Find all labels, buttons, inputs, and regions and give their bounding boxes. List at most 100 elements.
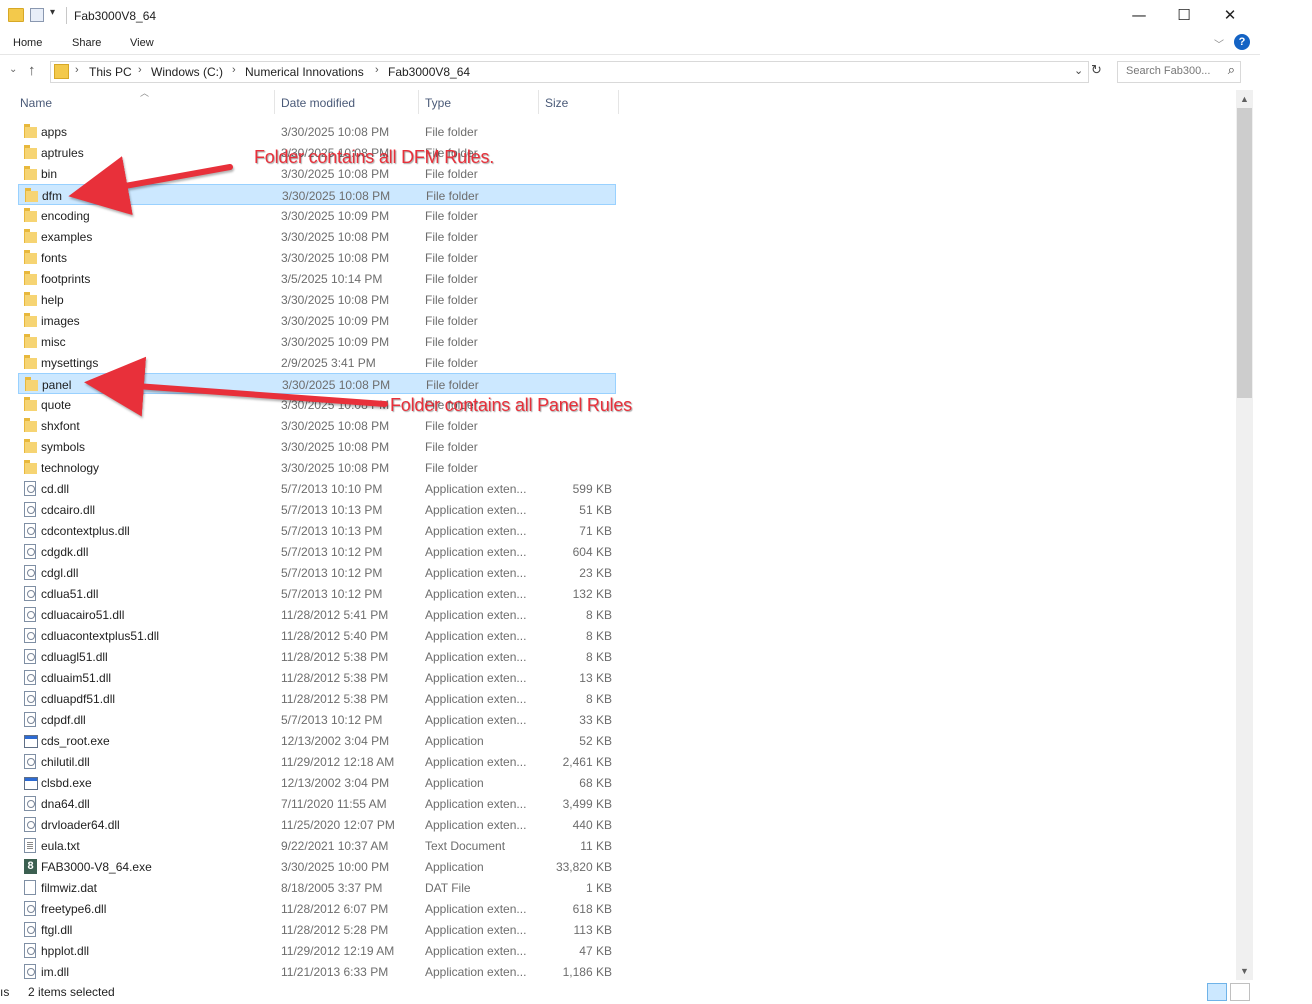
file-size: 8 KB (585, 650, 612, 664)
close-button[interactable]: ✕ (1207, 0, 1253, 30)
recent-locations-chevron-icon[interactable]: ⌄ (9, 64, 17, 75)
breadcrumb-this-pc[interactable]: This PC (89, 65, 132, 79)
file-icon (24, 922, 36, 937)
column-header-name[interactable]: Name (20, 96, 52, 110)
scrollbar-thumb[interactable] (1237, 108, 1252, 398)
file-name: ftgl.dll (41, 923, 73, 937)
file-row-dna64-dll[interactable]: dna64.dll 7/11/2020 11:55 AM Application e… (18, 793, 616, 814)
file-size: 2,461 KB (562, 755, 612, 769)
maximize-button[interactable]: ☐ (1161, 0, 1207, 30)
file-row-cdpdf-dll[interactable]: cdpdf.dll 5/7/2013 10:12 PM Application ex… (18, 709, 616, 730)
file-row-hpplot-dll[interactable]: hpplot.dll 11/29/2012 12:19 AM Application… (18, 940, 616, 961)
details-view-button[interactable] (1207, 983, 1227, 1001)
file-row-freetype6-dll[interactable]: freetype6.dll 11/28/2012 6:07 PM Applicati… (18, 898, 616, 919)
search-input[interactable]: Search Fab300... ⌕ (1117, 61, 1241, 83)
file-row-fab3000-v8-64-exe[interactable]: 8 FAB3000-V8_64.exe 3/30/2025 10:00 PM Appl… (18, 856, 616, 877)
file-row-encoding[interactable]: encoding 3/30/2025 10:09 PM File folder (18, 205, 616, 226)
window-title: Fab3000V8_64 (74, 9, 157, 23)
file-row-eula-txt[interactable]: eula.txt 9/22/2021 10:37 AM Text Document 1… (18, 835, 616, 856)
file-date-modified: 3/30/2025 10:00 PM (281, 860, 390, 874)
folder-icon (25, 188, 38, 202)
file-row-dfm[interactable]: dfm 3/30/2025 10:08 PM File folder (18, 184, 616, 205)
file-name: cdgl.dll (41, 566, 79, 580)
file-row-ftgl-dll[interactable]: ftgl.dll 11/28/2012 5:28 PM Application ex… (18, 919, 616, 940)
file-row-cdluacontextplus51-dll[interactable]: cdluacontextplus51.dll 11/28/2012 5:40 PM… (18, 625, 616, 646)
file-name: mysettings (41, 356, 99, 370)
file-row-cdluapdf51-dll[interactable]: cdluapdf51.dll 11/28/2012 5:38 PM Applicat… (18, 688, 616, 709)
file-row-panel[interactable]: panel 3/30/2025 10:08 PM File folder (18, 373, 616, 394)
file-row-im-dll[interactable]: im.dll 11/21/2013 6:33 PM Application exte… (18, 961, 616, 982)
breadcrumb-windows-c[interactable]: Windows (C:) (151, 65, 223, 79)
file-size: 13 KB (579, 671, 612, 685)
minimize-button[interactable]: — (1116, 0, 1162, 30)
breadcrumb-current-folder[interactable]: Fab3000V8_64 (388, 65, 470, 79)
file-row-clsbd-exe[interactable]: clsbd.exe 12/13/2002 3:04 PM Application 68… (18, 772, 616, 793)
properties-icon[interactable] (30, 8, 44, 22)
file-name: examples (41, 230, 93, 244)
file-row-cd-dll[interactable]: cd.dll 5/7/2013 10:10 PM Application exten… (18, 478, 616, 499)
file-row-apps[interactable]: apps 3/30/2025 10:08 PM File folder (18, 121, 616, 142)
file-row-cdlua51-dll[interactable]: cdlua51.dll 5/7/2013 10:12 PM Application … (18, 583, 616, 604)
file-row-mysettings[interactable]: mysettings 2/9/2025 3:41 PM File folder (18, 352, 616, 373)
column-divider[interactable] (618, 90, 619, 114)
file-row-cdcairo-dll[interactable]: cdcairo.dll 5/7/2013 10:13 PM Application … (18, 499, 616, 520)
file-type: File folder (425, 272, 478, 286)
file-name: cdgdk.dll (41, 545, 89, 559)
search-icon: ⌕ (1227, 63, 1235, 78)
ribbon (0, 32, 1260, 55)
column-header-type[interactable]: Type (425, 96, 451, 110)
large-icons-view-button[interactable] (1230, 983, 1250, 1001)
file-row-cds-root-exe[interactable]: cds_root.exe 12/13/2002 3:04 PM Applicatio… (18, 730, 616, 751)
breadcrumb-numerical-innovations[interactable]: Numerical Innovations (245, 65, 364, 79)
file-type: Application exten... (425, 923, 527, 937)
file-name: cds_root.exe (41, 734, 110, 748)
expand-ribbon-chevron-icon[interactable]: ﹀ (1214, 36, 1224, 51)
file-type: Application exten... (425, 902, 527, 916)
tab-share[interactable]: Share (72, 37, 101, 49)
file-row-technology[interactable]: technology 3/30/2025 10:08 PM File folder (18, 457, 616, 478)
file-row-cdgl-dll[interactable]: cdgl.dll 5/7/2013 10:12 PM Application ext… (18, 562, 616, 583)
help-icon[interactable]: ? (1234, 34, 1250, 50)
column-divider[interactable] (538, 90, 539, 114)
file-row-filmwiz-dat[interactable]: filmwiz.dat 8/18/2005 3:37 PM DAT File 1 KB (18, 877, 616, 898)
file-row-cdgdk-dll[interactable]: cdgdk.dll 5/7/2013 10:12 PM Application ex… (18, 541, 616, 562)
address-dropdown-icon[interactable]: ⌄ (1074, 64, 1083, 77)
column-divider[interactable] (274, 90, 275, 114)
scroll-down-arrow-icon[interactable]: ▼ (1236, 963, 1253, 979)
file-row-images[interactable]: images 3/30/2025 10:09 PM File folder (18, 310, 616, 331)
column-header-size[interactable]: Size (545, 96, 568, 110)
file-icon (24, 712, 36, 727)
file-row-help[interactable]: help 3/30/2025 10:08 PM File folder (18, 289, 616, 310)
folder-icon (24, 355, 37, 369)
file-row-symbols[interactable]: symbols 3/30/2025 10:08 PM File folder (18, 436, 616, 457)
file-size: 8 KB (585, 608, 612, 622)
file-row-fonts[interactable]: fonts 3/30/2025 10:08 PM File folder (18, 247, 616, 268)
file-date-modified: 3/30/2025 10:08 PM (282, 378, 391, 392)
file-row-cdluacairo51-dll[interactable]: cdluacairo51.dll 11/28/2012 5:41 PM Applic… (18, 604, 616, 625)
file-row-cdluaim51-dll[interactable]: cdluaim51.dll 11/28/2012 5:38 PM Applicati… (18, 667, 616, 688)
column-header-date-modified[interactable]: Date modified (281, 96, 355, 110)
file-row-chilutil-dll[interactable]: chilutil.dll 11/29/2012 12:18 AM Applicati… (18, 751, 616, 772)
file-name: cdluacairo51.dll (41, 608, 125, 622)
refresh-icon[interactable]: ↻ (1091, 63, 1102, 78)
file-row-shxfont[interactable]: shxfont 3/30/2025 10:08 PM File folder (18, 415, 616, 436)
tab-view[interactable]: View (130, 37, 154, 49)
file-icon (24, 796, 36, 811)
scroll-up-arrow-icon[interactable]: ▲ (1236, 91, 1253, 107)
up-arrow-icon[interactable]: ↑ (28, 62, 36, 79)
file-row-cdluagl51-dll[interactable]: cdluagl51.dll 11/28/2012 5:38 PM Applicati… (18, 646, 616, 667)
folder-icon (24, 166, 37, 180)
file-name: help (41, 293, 64, 307)
status-bar (0, 982, 1312, 1004)
file-row-misc[interactable]: misc 3/30/2025 10:09 PM File folder (18, 331, 616, 352)
file-row-examples[interactable]: examples 3/30/2025 10:08 PM File folder (18, 226, 616, 247)
folder-icon (24, 292, 37, 306)
file-row-footprints[interactable]: footprints 3/5/2025 10:14 PM File folder (18, 268, 616, 289)
file-date-modified: 5/7/2013 10:12 PM (281, 566, 383, 580)
quick-access-dropdown-icon[interactable]: ▾ (50, 7, 55, 18)
file-row-cdcontextplus-dll[interactable]: cdcontextplus.dll 5/7/2013 10:13 PM Applic… (18, 520, 616, 541)
file-row-drvloader64-dll[interactable]: drvloader64.dll 11/25/2020 12:07 PM Applic… (18, 814, 616, 835)
tab-home[interactable]: Home (13, 37, 42, 49)
column-divider[interactable] (418, 90, 419, 114)
file-name: cdcontextplus.dll (41, 524, 130, 538)
